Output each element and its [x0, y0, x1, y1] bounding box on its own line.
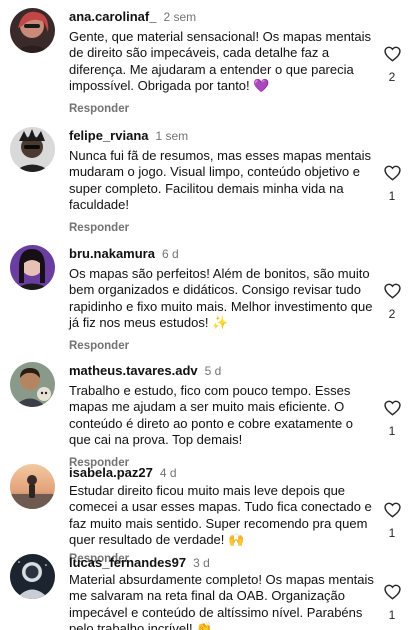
like-count: 1: [388, 189, 396, 203]
username[interactable]: felipe_rviana: [69, 127, 149, 145]
comment-text: Estudar direito ficou muito mais leve de…: [69, 483, 372, 548]
like-count: 2: [388, 70, 396, 84]
like-count: 1: [388, 526, 396, 540]
username[interactable]: lucas_fernandes97: [69, 554, 186, 572]
avatar[interactable]: [10, 554, 55, 599]
heart-icon[interactable]: [383, 400, 401, 416]
reply-button[interactable]: Responder: [69, 340, 129, 352]
avatar[interactable]: [10, 127, 55, 172]
heart-icon[interactable]: [383, 46, 401, 62]
username[interactable]: ana.carolinaf_: [69, 8, 156, 26]
username[interactable]: bru.nakamura: [69, 245, 155, 263]
reply-button[interactable]: Responder: [69, 222, 129, 234]
comment-text: Gente, que material sensacional! Os mapa…: [69, 29, 372, 94]
timestamp: 2 sem: [163, 10, 197, 24]
heart-icon[interactable]: [383, 283, 401, 299]
comment-text: Material absurdamente completo! Os mapas…: [69, 572, 374, 630]
like-count: 1: [388, 424, 396, 438]
username[interactable]: isabela.paz27: [69, 464, 153, 482]
username[interactable]: matheus.tavares.adv: [69, 362, 198, 380]
avatar[interactable]: [10, 464, 55, 509]
heart-icon[interactable]: [383, 165, 401, 181]
timestamp: 5 d: [204, 364, 222, 378]
avatar[interactable]: [10, 245, 55, 290]
timestamp: 6 d: [161, 247, 179, 261]
heart-icon[interactable]: [383, 502, 401, 518]
comment-text: Trabalho e estudo, fico com pouco tempo.…: [69, 383, 354, 448]
timestamp: 3 d: [193, 556, 210, 570]
avatar[interactable]: [10, 8, 55, 53]
heart-icon[interactable]: [383, 584, 401, 600]
comment-text: Os mapas são perfeitos! Além de bonitos,…: [69, 266, 373, 331]
reply-button[interactable]: Responder: [69, 103, 129, 115]
comment-text: Nunca fui fã de resumos, mas esses mapas…: [69, 148, 372, 213]
like-count: 1: [388, 608, 396, 622]
timestamp: 1 sem: [155, 129, 189, 143]
avatar[interactable]: [10, 362, 55, 407]
like-count: 2: [388, 307, 396, 321]
timestamp: 4 d: [159, 466, 177, 480]
